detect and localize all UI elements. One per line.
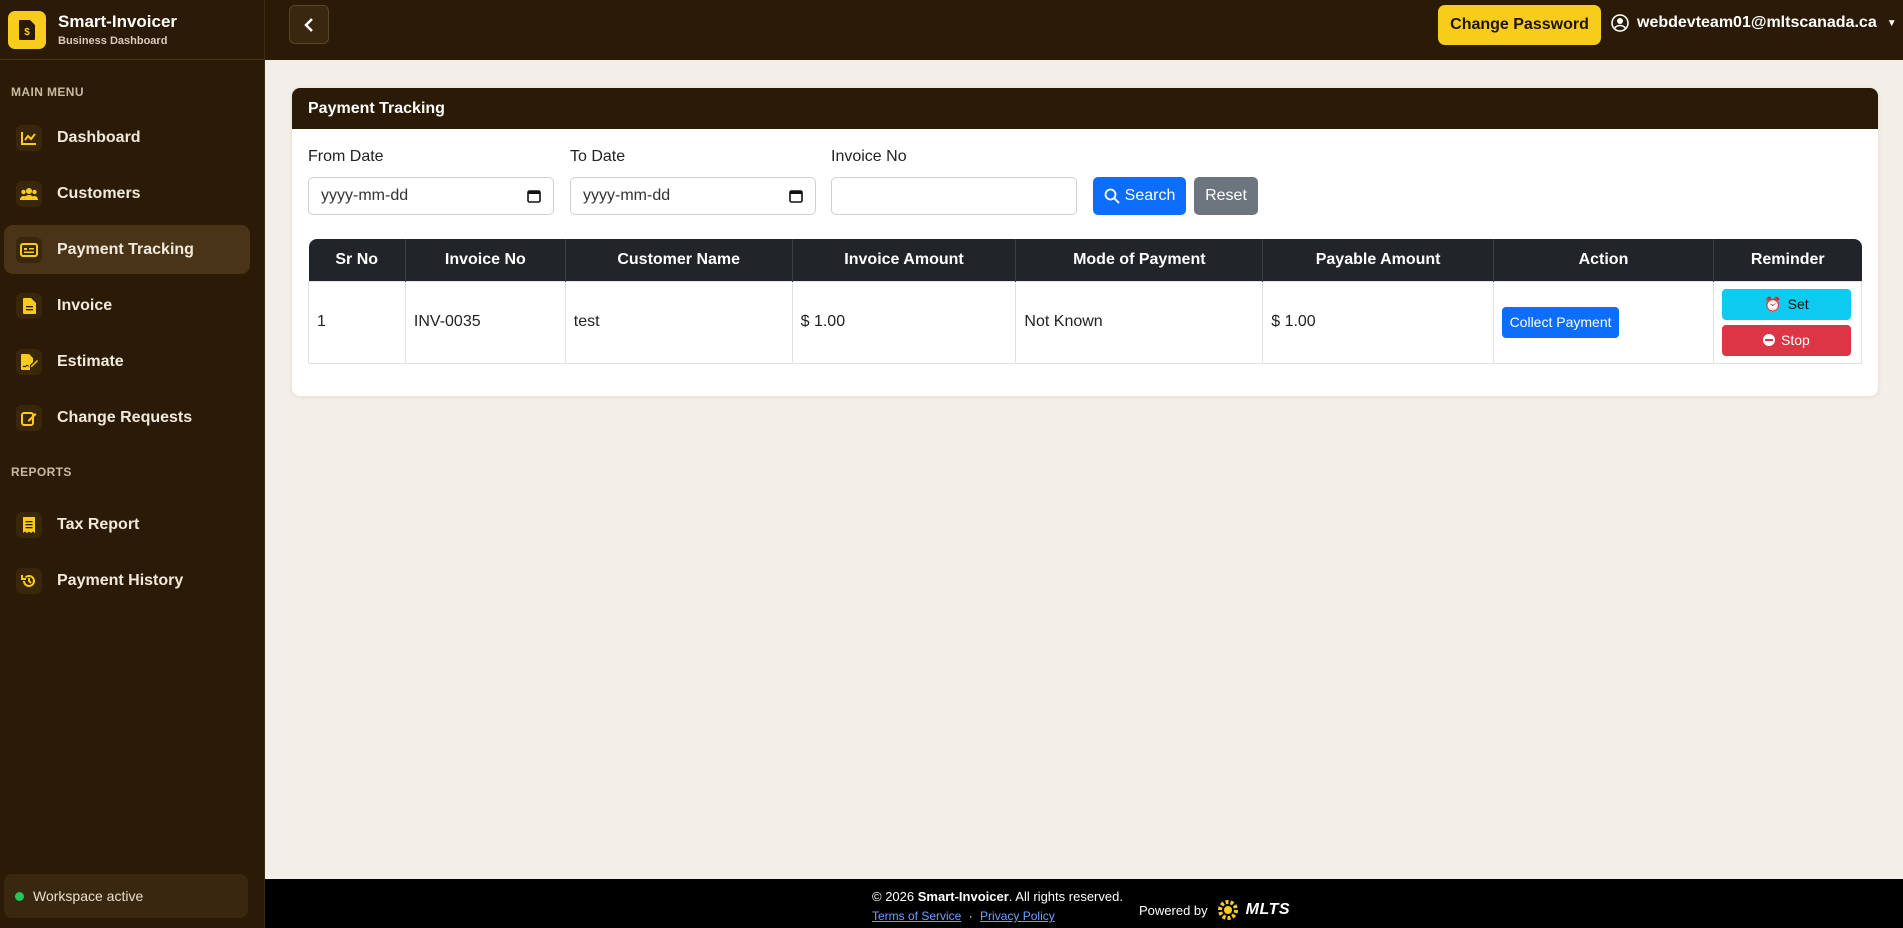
copyright: © 2026 Smart-Invoicer. All rights reserv… xyxy=(872,889,1123,904)
column-header[interactable]: Mode of Payment xyxy=(1015,239,1264,281)
sidebar-item-payment-tracking[interactable]: Payment Tracking xyxy=(4,225,250,274)
sidebar: $ Smart-Invoicer Business Dashboard MAIN… xyxy=(0,0,265,928)
user-menu[interactable]: webdevteam01@mltscanada.ca ▼ xyxy=(1611,14,1897,32)
reports-heading: REPORTS xyxy=(11,465,72,479)
brand-subtitle: Business Dashboard xyxy=(58,35,168,47)
to-date-label: To Date xyxy=(570,148,626,165)
history-icon xyxy=(16,567,42,594)
cell-sr-no: 1 xyxy=(308,280,406,364)
column-header[interactable]: Payable Amount xyxy=(1262,239,1495,281)
copyright-suffix: . All rights reserved. xyxy=(1008,889,1123,904)
status-dot-icon xyxy=(15,891,24,901)
card-title: Payment Tracking xyxy=(292,88,1878,129)
cell-payable-amount: $ 1.00 xyxy=(1262,280,1495,364)
to-date-placeholder: yyyy-mm-dd xyxy=(583,187,671,204)
receipt-icon xyxy=(16,511,42,538)
no-entry-icon xyxy=(1763,334,1776,346)
from-date-input[interactable]: yyyy-mm-dd xyxy=(308,177,554,215)
payment-tracking-card: Payment Tracking From Date yyyy-mm-dd To… xyxy=(292,88,1878,396)
copyright-brand: Smart-Invoicer xyxy=(917,889,1009,904)
sidebar-item-label: Payment History xyxy=(57,571,184,589)
set-reminder-button[interactable]: ⏰ Set xyxy=(1721,288,1851,320)
users-icon xyxy=(16,180,42,207)
column-header[interactable]: Sr No xyxy=(308,239,406,281)
terms-link[interactable]: Terms of Service xyxy=(872,909,961,923)
copyright-prefix: © 2026 xyxy=(872,889,915,904)
sidebar-item-label: Invoice xyxy=(57,296,113,314)
sidebar-item-customers[interactable]: Customers xyxy=(4,169,250,218)
cell-invoice-amount: $ 1.00 xyxy=(791,280,1017,364)
cell-action: Collect Payment xyxy=(1493,280,1714,364)
cell-invoice-no: INV-0035 xyxy=(404,280,566,364)
reset-button[interactable]: Reset xyxy=(1194,177,1258,215)
invoice-no-input[interactable] xyxy=(831,177,1077,215)
stop-reminder-label: Stop xyxy=(1781,332,1810,348)
chart-line-icon xyxy=(16,124,42,151)
column-header[interactable]: Reminder xyxy=(1713,239,1862,281)
sidebar-item-label: Dashboard xyxy=(57,128,141,146)
file-invoice-icon xyxy=(16,292,42,319)
footer: © 2026 Smart-Invoicer. All rights reserv… xyxy=(265,879,1903,928)
sidebar-item-invoice[interactable]: Invoice xyxy=(4,281,250,330)
powered-by-label: Powered by xyxy=(1139,902,1208,918)
invoice-dollar-icon: $ xyxy=(8,10,46,49)
powered-by: Powered by MLTS xyxy=(1139,898,1290,922)
brand[interactable]: $ Smart-Invoicer Business Dashboard xyxy=(0,0,264,60)
edit-icon xyxy=(16,404,42,431)
payment-table: Sr No Invoice No Customer Name Invoice A… xyxy=(308,239,1863,364)
search-button-label: Search xyxy=(1124,187,1176,204)
file-signature-icon xyxy=(16,348,42,375)
alarm-clock-icon: ⏰ xyxy=(1764,295,1782,312)
sidebar-item-tax-report[interactable]: Tax Report xyxy=(4,500,250,549)
stop-reminder-button[interactable]: Stop xyxy=(1721,324,1851,356)
main-menu-heading: MAIN MENU xyxy=(11,85,84,99)
to-date-input[interactable]: yyyy-mm-dd xyxy=(570,177,816,215)
mlts-logo-text[interactable]: MLTS xyxy=(1246,901,1290,919)
search-icon xyxy=(1104,188,1120,204)
column-header[interactable]: Action xyxy=(1493,239,1714,281)
change-password-button[interactable]: Change Password xyxy=(1438,5,1601,45)
user-circle-icon xyxy=(1611,14,1629,32)
sidebar-item-label: Payment Tracking xyxy=(57,240,194,258)
table-header-row: Sr No Invoice No Customer Name Invoice A… xyxy=(308,239,1862,281)
user-email: webdevteam01@mltscanada.ca xyxy=(1637,14,1877,31)
column-header[interactable]: Invoice No xyxy=(405,239,566,281)
topbar: Change Password webdevteam01@mltscanada.… xyxy=(265,0,1903,60)
svg-text:$: $ xyxy=(24,27,30,38)
privacy-link[interactable]: Privacy Policy xyxy=(980,909,1055,923)
from-date-placeholder: yyyy-mm-dd xyxy=(321,187,409,204)
column-header[interactable]: Invoice Amount xyxy=(792,239,1017,281)
from-date-label: From Date xyxy=(308,148,384,165)
calendar-icon xyxy=(527,190,541,203)
calendar-icon xyxy=(789,190,803,203)
footer-links: Terms of Service · Privacy Policy xyxy=(872,909,1055,923)
sidebar-item-label: Estimate xyxy=(57,352,124,370)
sidebar-toggle-button[interactable] xyxy=(289,5,329,44)
workspace-status-label: Workspace active xyxy=(33,888,144,904)
cell-customer-name: test xyxy=(564,280,793,364)
link-separator: · xyxy=(968,909,973,923)
chevron-left-icon xyxy=(304,17,313,32)
cell-mode-of-payment: Not Known xyxy=(1015,280,1264,364)
credit-card-icon xyxy=(16,236,42,263)
invoice-no-label: Invoice No xyxy=(831,148,907,165)
sidebar-item-label: Tax Report xyxy=(57,515,140,533)
brand-name: Smart-Invoicer xyxy=(58,12,178,31)
cell-reminder: ⏰ Set Stop xyxy=(1712,280,1863,364)
sidebar-item-dashboard[interactable]: Dashboard xyxy=(4,113,250,162)
collect-payment-button[interactable]: Collect Payment xyxy=(1502,306,1620,338)
set-reminder-label: Set xyxy=(1787,296,1809,312)
sidebar-item-change-requests[interactable]: Change Requests xyxy=(4,393,250,442)
sidebar-item-payment-history[interactable]: Payment History xyxy=(4,556,250,605)
sidebar-item-label: Customers xyxy=(57,184,141,202)
sidebar-item-estimate[interactable]: Estimate xyxy=(4,337,250,386)
search-button[interactable]: Search xyxy=(1093,177,1186,215)
column-header[interactable]: Customer Name xyxy=(565,239,793,281)
workspace-status: Workspace active xyxy=(4,874,248,918)
caret-down-icon: ▼ xyxy=(1886,17,1897,29)
table-row: 1 INV-0035 test $ 1.00 Not Known $ 1.00 … xyxy=(308,280,1863,364)
sidebar-item-label: Change Requests xyxy=(57,408,193,426)
gear-logo-icon xyxy=(1217,900,1238,920)
